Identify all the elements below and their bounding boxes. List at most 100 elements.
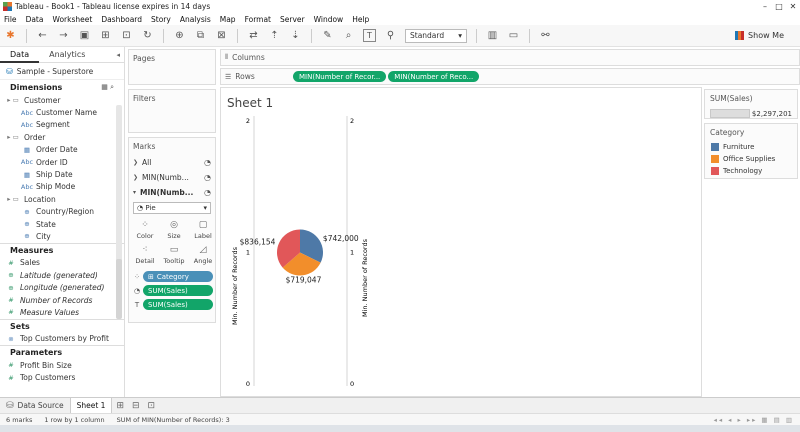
menu-story[interactable]: Story bbox=[151, 15, 171, 24]
color-legend[interactable]: Category Furniture Office Supplies Technol… bbox=[704, 123, 798, 179]
dimension-item[interactable]: Abc Order ID bbox=[0, 156, 124, 168]
folder-icon: ▸ ▭ bbox=[7, 96, 19, 105]
maximize-button[interactable]: □ bbox=[772, 1, 786, 12]
tab-data[interactable]: Data bbox=[0, 47, 40, 63]
close-button[interactable]: ✕ bbox=[786, 1, 800, 12]
size-icon: ◎ bbox=[170, 220, 178, 230]
folder-item[interactable]: ▸ ▭ Order bbox=[0, 131, 124, 143]
menu-format[interactable]: Format bbox=[245, 15, 271, 24]
show-mark-labels-icon[interactable]: T bbox=[363, 29, 376, 42]
save-icon[interactable]: ▣ bbox=[78, 29, 91, 42]
measure-item[interactable]: ⊕ Longitude (generated) bbox=[0, 281, 124, 293]
columns-shelf[interactable]: ⦀ Columns bbox=[220, 49, 800, 66]
clear-sheet-icon[interactable]: ⊠ bbox=[215, 29, 228, 42]
angle-encoding[interactable]: ◿ Angle bbox=[189, 243, 217, 267]
detail-encoding[interactable]: ⁖ Detail bbox=[131, 243, 159, 267]
color-encoding[interactable]: ⁘ Color bbox=[131, 218, 159, 242]
label-encoding[interactable]: ▢ Label bbox=[189, 218, 217, 242]
new-worksheet-icon[interactable]: ⊕ bbox=[173, 29, 186, 42]
parameter-item[interactable]: # Profit Bin Size bbox=[0, 359, 124, 371]
data-source-item[interactable]: ⛁ Sample - Superstore bbox=[0, 63, 124, 80]
menu-server[interactable]: Server bbox=[280, 15, 305, 24]
new-dashboard-icon[interactable]: ⊟ bbox=[132, 401, 140, 411]
size-encoding[interactable]: ◎ Size bbox=[160, 218, 188, 242]
pause-updates-icon[interactable]: ⊡ bbox=[120, 29, 133, 42]
undo-icon[interactable]: ← bbox=[36, 29, 49, 42]
rows-shelf[interactable]: ☰ Rows MIN(Number of Recor... MIN(Number… bbox=[220, 68, 800, 85]
swap-rows-columns-icon[interactable]: ⇄ bbox=[247, 29, 260, 42]
collapse-pane-icon[interactable]: ◂ bbox=[116, 51, 120, 59]
new-story-icon[interactable]: ⊡ bbox=[148, 401, 156, 411]
legend-item[interactable]: Office Supplies bbox=[705, 153, 797, 165]
refresh-icon[interactable]: ↻ bbox=[141, 29, 154, 42]
chevron-down-icon: ▾ bbox=[203, 204, 207, 212]
rows-pill-2[interactable]: MIN(Number of Reco... bbox=[388, 71, 480, 82]
minimize-button[interactable]: – bbox=[758, 1, 772, 12]
tableau-home-icon[interactable]: ✱ bbox=[4, 29, 17, 42]
show-cards-icon[interactable]: ▥ bbox=[486, 29, 499, 42]
status-bar: 6 marks 1 row by 1 column SUM of MIN(Num… bbox=[0, 413, 800, 425]
measure-item[interactable]: ⊕ Latitude (generated) bbox=[0, 269, 124, 281]
dimension-item[interactable]: ⊕ Country/Region bbox=[0, 206, 124, 218]
menu-worksheet[interactable]: Worksheet bbox=[52, 15, 92, 24]
legend-item[interactable]: Technology bbox=[705, 165, 797, 177]
menu-analysis[interactable]: Analysis bbox=[180, 15, 211, 24]
show-me-button[interactable]: Show Me bbox=[735, 31, 784, 40]
sheet-navigation-icons[interactable]: ◂◂ ◂ ▸ ▸▸ ▦ ▤ ▥ bbox=[714, 416, 794, 424]
sum-sales-label-pill[interactable]: SUM(Sales) bbox=[143, 299, 213, 310]
tab-analytics[interactable]: Analytics bbox=[39, 47, 95, 63]
marks-title: Marks bbox=[133, 142, 156, 151]
sum-sales-angle-pill[interactable]: SUM(Sales) bbox=[143, 285, 213, 296]
measure-item[interactable]: # Measure Values bbox=[0, 306, 124, 318]
category-pill[interactable]: ⊞ Category bbox=[143, 271, 213, 282]
redo-icon[interactable]: → bbox=[57, 29, 70, 42]
marks-all[interactable]: ❯ All ◔ bbox=[129, 155, 215, 170]
legend-item[interactable]: Furniture bbox=[705, 141, 797, 153]
marks-sub-1[interactable]: ❯ MIN(Numb... ◔ bbox=[129, 170, 215, 185]
menu-data[interactable]: Data bbox=[26, 15, 44, 24]
dimension-item[interactable]: ▦ Order Date bbox=[0, 144, 124, 156]
folder-item[interactable]: ▸ ▭ Location bbox=[0, 193, 124, 205]
dimension-item[interactable]: Abc Ship Mode bbox=[0, 181, 124, 193]
menu-dashboard[interactable]: Dashboard bbox=[101, 15, 142, 24]
dimension-item[interactable]: ⊕ City bbox=[0, 230, 124, 242]
parameter-item[interactable]: # Top Customers bbox=[0, 371, 124, 383]
y-ticks-right: 2 1 0 bbox=[350, 117, 354, 388]
field-label: Order ID bbox=[36, 157, 68, 167]
duplicate-sheet-icon[interactable]: ⧉ bbox=[194, 29, 207, 42]
new-worksheet-icon[interactable]: ⊞ bbox=[116, 401, 124, 411]
new-data-source-icon[interactable]: ⊞ bbox=[99, 29, 112, 42]
set-item[interactable]: ⊚ Top Customers by Profit bbox=[0, 333, 124, 345]
marks-sub-2[interactable]: ▾ MIN(Numb... ◔ bbox=[129, 185, 215, 200]
size-legend[interactable]: SUM(Sales) $2,297,201 bbox=[704, 89, 798, 119]
measure-item[interactable]: # Sales bbox=[0, 257, 124, 269]
presentation-mode-icon[interactable]: ▭ bbox=[507, 29, 520, 42]
tooltip-encoding[interactable]: ▭ Tooltip bbox=[160, 243, 188, 267]
sheet-1-tab[interactable]: Sheet 1 bbox=[69, 397, 113, 414]
menu-map[interactable]: Map bbox=[220, 15, 236, 24]
fix-axes-icon[interactable]: ⚲ bbox=[384, 29, 397, 42]
measures-scrollbar[interactable] bbox=[116, 259, 122, 319]
group-icon[interactable]: ⌕ bbox=[342, 29, 355, 42]
fit-select[interactable]: Standard ▾ bbox=[405, 28, 467, 43]
rows-pill-1[interactable]: MIN(Number of Recor... bbox=[293, 71, 387, 82]
view-options-icon[interactable]: ▦ ⌕ bbox=[101, 83, 114, 92]
sort-ascending-icon[interactable]: ⇡ bbox=[268, 29, 281, 42]
dimension-item[interactable]: Abc Customer Name bbox=[0, 106, 124, 118]
measure-item[interactable]: # Number of Records bbox=[0, 294, 124, 306]
mark-type-select[interactable]: ◔ Pie ▾ bbox=[133, 202, 211, 214]
color-legend-items: Furniture Office Supplies Technology bbox=[705, 141, 797, 177]
share-icon[interactable]: ⚯ bbox=[539, 29, 552, 42]
sort-descending-icon[interactable]: ⇣ bbox=[289, 29, 302, 42]
menu-file[interactable]: File bbox=[4, 15, 17, 24]
dimension-item[interactable]: ▦ Ship Date bbox=[0, 168, 124, 180]
menu-window[interactable]: Window bbox=[314, 15, 344, 24]
data-source-tab[interactable]: ⛁ Data Source bbox=[0, 398, 70, 414]
highlight-icon[interactable]: ✎ bbox=[321, 29, 334, 42]
dimension-item[interactable]: Abc Segment bbox=[0, 119, 124, 131]
dimension-item[interactable]: ⊕ State bbox=[0, 218, 124, 230]
filters-card[interactable]: Filters bbox=[128, 89, 216, 133]
folder-item[interactable]: ▸ ▭ Customer bbox=[0, 94, 124, 106]
pages-card[interactable]: Pages bbox=[128, 49, 216, 85]
menu-help[interactable]: Help bbox=[352, 15, 369, 24]
